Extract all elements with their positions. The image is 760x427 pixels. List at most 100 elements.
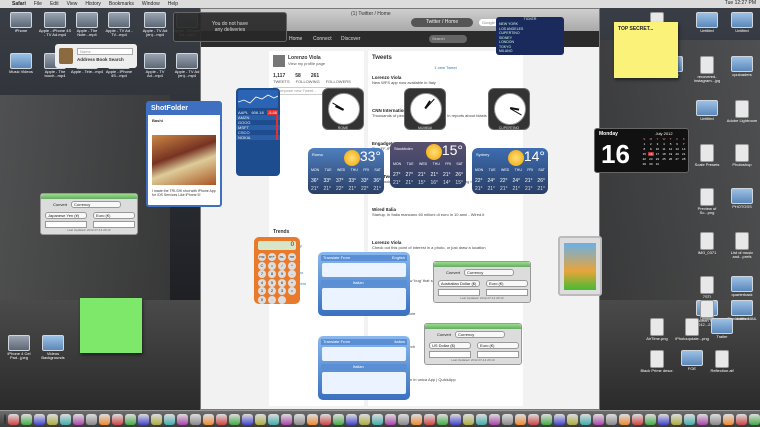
ical-date[interactable]: 30 <box>648 162 655 166</box>
calculator-key[interactable]: / <box>278 261 286 270</box>
desktop-icon[interactable]: Apple - TV Ad (en)...mp4 <box>138 12 172 37</box>
dock-app-icon[interactable] <box>307 413 318 425</box>
weather-widget[interactable]: Roma 33° MON TUE WED THU FRI SAT 36° 33° 37° 33° 33°… <box>308 148 384 194</box>
translate-output-pane[interactable] <box>322 372 406 394</box>
ical-date[interactable]: 20 <box>674 152 681 156</box>
ticker-row[interactable]: MILANO <box>499 49 561 54</box>
dock-app-icon[interactable] <box>359 413 370 425</box>
desktop-icon[interactable]: List of music and...prefs <box>725 232 759 259</box>
dock-app-icon[interactable] <box>203 413 214 425</box>
ical-date[interactable]: 23 <box>648 157 655 161</box>
desktop-icon[interactable]: Untitled <box>690 100 724 121</box>
converter-to-select[interactable]: Euro (€) <box>93 212 135 219</box>
desktop-icon[interactable]: iPhone <box>4 12 38 33</box>
dock-app-icon[interactable] <box>320 413 331 425</box>
dock-app-icon[interactable] <box>255 413 266 425</box>
twitter-nav-discover[interactable]: Discover <box>341 36 360 42</box>
calculator-key[interactable]: 3 <box>278 287 286 295</box>
weather-widget[interactable]: Stockholm 15° MON TUE WED THU FRI SAT 27° 27° 21° 2… <box>390 142 466 188</box>
translate-to-row[interactable]: Italian <box>321 280 407 286</box>
ical-date[interactable]: 25 <box>661 157 668 161</box>
dock-app-icon[interactable] <box>528 413 539 425</box>
dock-app-icon[interactable] <box>515 413 526 425</box>
calculator-key[interactable]: 0 <box>258 295 266 304</box>
ical-date[interactable]: 14 <box>680 147 687 151</box>
calculator-key[interactable]: 6 <box>278 278 286 287</box>
ical-date[interactable]: 31 <box>654 162 661 166</box>
desktop-icon[interactable]: Apple - TV Ad...mp4 <box>138 53 172 78</box>
dock-app-icon[interactable] <box>47 413 58 425</box>
converter-category-select[interactable]: Currency <box>464 269 514 276</box>
dock-app-icon[interactable] <box>567 413 578 425</box>
calculator-key[interactable]: m- <box>278 253 286 261</box>
ical-date[interactable]: 2 <box>648 142 655 146</box>
menubar-clock[interactable]: Tue 12:27 PM <box>725 0 756 6</box>
menu-file[interactable]: File <box>34 1 42 7</box>
dock-app-icon[interactable] <box>86 413 97 425</box>
ical-date[interactable]: 16 <box>647 152 655 156</box>
desktop-icon[interactable]: iPhotoupdate...png <box>675 318 709 341</box>
desktop-icon[interactable]: Adobe Lightroom <box>725 100 759 123</box>
dock-app-icon[interactable] <box>60 413 71 425</box>
dock-app-icon[interactable] <box>710 413 721 425</box>
tweet-item[interactable]: Lorenzo Viola New WFS app now available i… <box>372 75 520 85</box>
dock-app-icon[interactable] <box>112 413 123 425</box>
dock-app-icon[interactable] <box>697 413 708 425</box>
ical-date[interactable]: 15 <box>641 152 648 156</box>
calculator-key[interactable] <box>278 295 286 304</box>
translate-input-pane[interactable] <box>322 347 406 361</box>
menu-window[interactable]: Window <box>142 1 160 7</box>
calculator-key[interactable]: mr <box>288 253 296 261</box>
desktop-icon[interactable]: Untitled <box>690 12 724 33</box>
dock-app-icon[interactable] <box>190 413 201 425</box>
dock-app-icon[interactable] <box>411 413 422 425</box>
translate-from-row[interactable]: Translate From English <box>321 255 407 261</box>
ical-date[interactable]: 11 <box>661 147 668 151</box>
converter-from-input[interactable] <box>438 289 480 296</box>
weather-widget[interactable]: Sydney 14° MON TUE WED THU FRI SAT 22° 24° 22° 24° 2… <box>472 148 548 194</box>
deliveries-widget[interactable]: You do not have any deliveries <box>173 12 287 42</box>
dock-app-icon[interactable] <box>684 413 695 425</box>
calculator-key[interactable]: 8 <box>268 270 276 278</box>
ical-day-number[interactable]: 16 <box>601 139 630 170</box>
translate-to-row[interactable]: Italian <box>321 364 407 370</box>
dock-app-icon[interactable] <box>73 413 84 425</box>
dock-app-icon[interactable] <box>476 413 487 425</box>
converter-from-select[interactable]: Japanese Yen (¥) <box>45 212 87 219</box>
desktop-icon[interactable]: Photoshop <box>725 144 759 167</box>
dock-app-icon[interactable] <box>8 413 19 425</box>
desktop-icon[interactable]: Apple - The Note...mp4 <box>70 12 104 37</box>
shotfolder-photo[interactable] <box>152 135 216 185</box>
converter-category-select[interactable]: Currency <box>455 331 505 338</box>
dock-app-icon[interactable] <box>242 413 253 425</box>
desktop-icon[interactable]: Reflection.aif <box>705 350 739 373</box>
desktop-icon[interactable]: cpuloaders <box>725 56 759 77</box>
desktop-icon[interactable]: Music Videos <box>4 53 38 74</box>
desktop-icon[interactable]: iPhone 4 Cel Pad...jpeg <box>2 335 36 360</box>
desktop-icon[interactable]: Untitled <box>725 12 759 33</box>
calculator-key[interactable]: 4 <box>258 278 266 287</box>
converter-from-input[interactable] <box>429 351 471 358</box>
calculator-key[interactable]: 9 <box>278 270 286 278</box>
dock-app-icon[interactable] <box>21 413 32 425</box>
desktop-icon[interactable]: Trailer <box>705 318 739 339</box>
menu-safari[interactable]: Safari <box>12 1 26 7</box>
tweet-item[interactable]: Wired Italia Startup, in Italia mancano 6… <box>372 207 520 217</box>
profile-avatar[interactable] <box>273 55 285 67</box>
dock-app-icon[interactable] <box>489 413 500 425</box>
dock-app-icon[interactable] <box>177 413 188 425</box>
desktop-icon[interactable]: FOE <box>675 350 709 371</box>
ical-date[interactable]: 9 <box>648 147 655 151</box>
dock-app-icon[interactable] <box>580 413 591 425</box>
desktop-icon[interactable]: Videos Backgrounds <box>36 335 70 360</box>
calculator-key[interactable]: - <box>288 270 296 278</box>
dock-app-icon[interactable] <box>645 413 656 425</box>
dock-app-icon[interactable] <box>658 413 669 425</box>
converter-to-select[interactable]: Euro (€) <box>486 280 528 287</box>
converter-to-select[interactable]: Euro (€) <box>477 342 519 349</box>
dock-app-icon[interactable] <box>671 413 682 425</box>
desktop-icon[interactable]: 7STI <box>690 276 724 299</box>
dock-app-icon[interactable] <box>541 413 552 425</box>
menu-edit[interactable]: Edit <box>50 1 59 7</box>
converter-category-select[interactable]: Currency <box>71 201 121 208</box>
